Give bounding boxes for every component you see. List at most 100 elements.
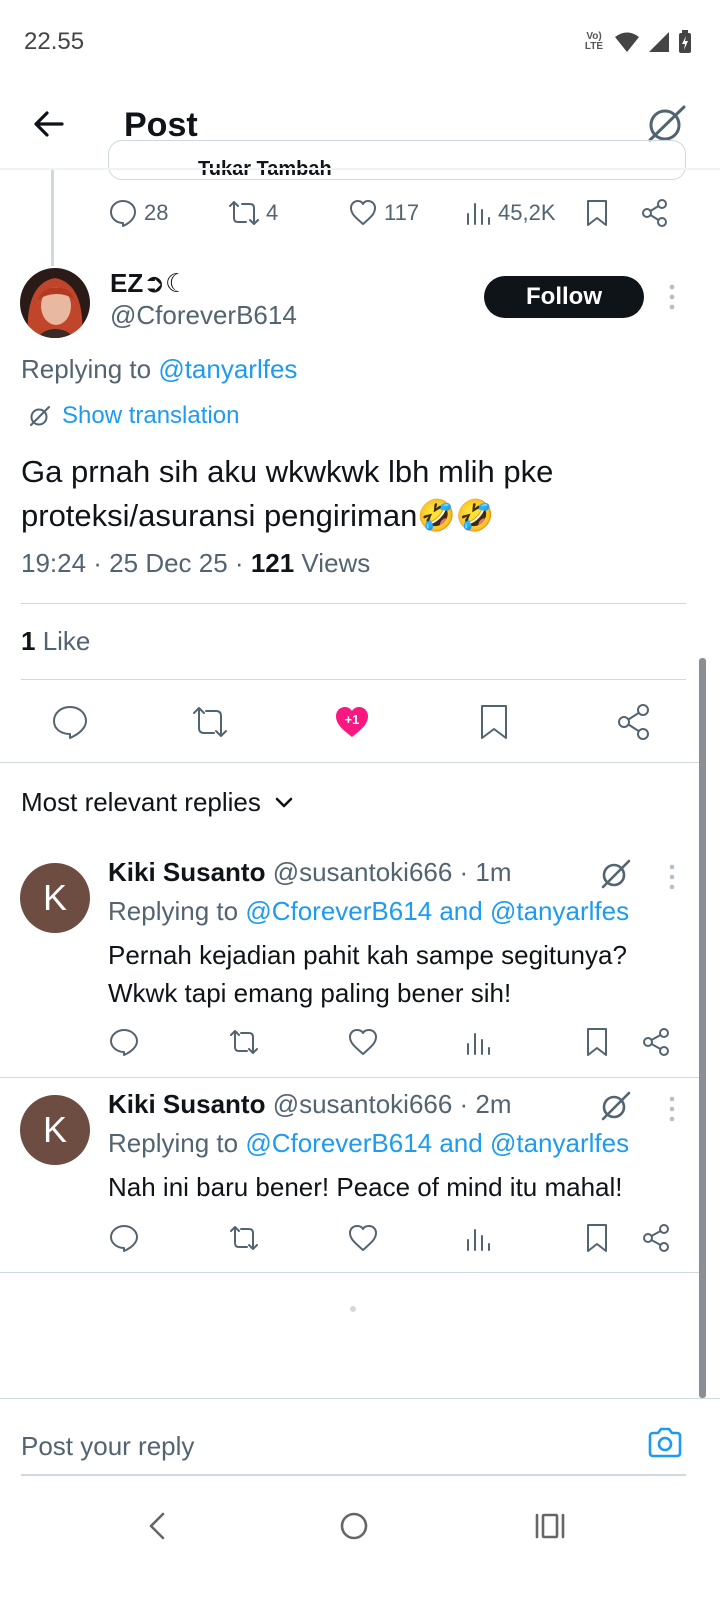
divider <box>21 603 686 604</box>
reply-action-bar <box>0 1026 720 1060</box>
replying-to-link[interactable]: @tanyarlfes <box>158 354 297 384</box>
loading-indicator <box>350 1306 356 1312</box>
quoted-post-card[interactable] <box>108 140 686 180</box>
parent-repost-count: 4 <box>266 200 279 225</box>
more-vertical-icon <box>669 284 675 310</box>
share-button[interactable] <box>640 1026 672 1058</box>
bookmark-button[interactable] <box>581 1222 613 1254</box>
avatar[interactable]: K <box>20 1095 90 1165</box>
replying-to-line: Replying to @CforeverB614 and @tanyarlfe… <box>108 1128 629 1159</box>
heart-icon <box>350 200 376 225</box>
bookmark-button[interactable] <box>474 702 514 742</box>
avatar[interactable]: K <box>20 863 90 933</box>
liked-button[interactable]: +1 <box>332 702 372 742</box>
grok-button[interactable] <box>598 1089 632 1123</box>
reply-icon <box>110 1225 138 1252</box>
replying-prefix: Replying to <box>108 1128 246 1158</box>
divider <box>0 1077 706 1078</box>
replying-to-link[interactable]: @CforeverB614 and @tanyarlfes <box>245 1128 629 1158</box>
share-button[interactable] <box>614 702 654 742</box>
parent-like-button[interactable]: 117 <box>348 198 419 228</box>
thread-line <box>51 170 54 266</box>
replying-to-line: Replying to @tanyarlfes <box>21 354 297 385</box>
bookmark-button[interactable] <box>581 1026 613 1058</box>
views-button[interactable] <box>462 1026 494 1058</box>
follow-button[interactable]: Follow <box>484 276 644 318</box>
reply-icon <box>110 200 136 227</box>
reply-handle-time: @susantoki666 · 1m <box>265 857 512 887</box>
chevron-down-icon <box>275 797 293 807</box>
repost-button[interactable] <box>228 1026 260 1058</box>
parent-views-button[interactable]: 45,2K <box>464 198 556 228</box>
post-meta: 19:24 · 25 Dec 25 · 121 Views <box>21 548 370 579</box>
recents-icon <box>535 1513 565 1539</box>
reply-text: Pernah kejadian pahit kah sampe segituny… <box>108 940 627 1008</box>
sort-label: Most relevant replies <box>21 787 261 817</box>
sort-replies-dropdown[interactable]: Most relevant replies <box>21 787 295 818</box>
more-vertical-icon <box>669 864 675 890</box>
repost-button[interactable] <box>228 1222 260 1254</box>
repost-icon <box>230 1226 258 1250</box>
reply-button[interactable] <box>50 702 90 742</box>
arrow-left-icon <box>34 111 64 137</box>
like-plus-badge: +1 <box>344 712 360 727</box>
repost-icon <box>230 1030 258 1054</box>
views-button[interactable] <box>462 1222 494 1254</box>
show-translation-button[interactable]: Show translation <box>28 402 239 430</box>
parent-repost-button[interactable]: 4 <box>228 198 278 228</box>
grok-icon <box>601 1091 631 1121</box>
share-button[interactable] <box>640 1222 672 1254</box>
parent-reply-count: 28 <box>144 200 169 225</box>
avatar[interactable] <box>20 268 90 338</box>
likes-count: 1 <box>21 626 36 656</box>
more-options-button[interactable] <box>664 862 680 892</box>
post-timestamp: 19:24 · 25 Dec 25 · <box>21 548 251 578</box>
nav-recents-button[interactable] <box>532 1508 568 1544</box>
like-button[interactable] <box>347 1026 379 1058</box>
parent-share-button[interactable] <box>640 198 670 228</box>
reply-button[interactable] <box>108 1026 140 1058</box>
nav-back-button[interactable] <box>140 1508 176 1544</box>
divider <box>0 1272 706 1273</box>
parent-reply-button[interactable]: 28 <box>108 198 168 228</box>
grok-icon <box>601 859 631 889</box>
share-icon <box>618 704 649 740</box>
like-button[interactable] <box>347 1222 379 1254</box>
reply-button[interactable] <box>108 1222 140 1254</box>
signal-icon <box>649 32 669 52</box>
reply-header: Kiki Susanto @susantoki666 · 1m <box>108 857 512 888</box>
scrollbar[interactable] <box>699 658 706 1398</box>
views-icon <box>467 1229 490 1251</box>
replying-to-link[interactable]: @CforeverB614 and @tanyarlfes <box>245 896 629 926</box>
reply-input[interactable] <box>21 1428 581 1464</box>
battery-icon <box>679 30 691 53</box>
nav-home-button[interactable] <box>336 1508 372 1544</box>
display-name[interactable]: EZ➲☾ <box>110 268 188 299</box>
replying-to-line: Replying to @CforeverB614 and @tanyarlfe… <box>108 896 629 927</box>
reply-text: Nah ini baru bener! Peace of mind itu ma… <box>108 1172 623 1202</box>
reply-author-name[interactable]: Kiki Susanto <box>108 857 265 887</box>
reply-author-name[interactable]: Kiki Susanto <box>108 1089 265 1119</box>
user-handle[interactable]: @CforeverB614 <box>110 300 297 331</box>
header-divider <box>0 168 720 170</box>
more-options-button[interactable] <box>664 1094 680 1124</box>
parent-bookmark-button[interactable] <box>582 198 612 228</box>
wifi-icon <box>615 32 639 52</box>
share-icon <box>642 199 667 227</box>
replying-prefix: Replying to <box>108 896 246 926</box>
status-icons: Vo) LTE <box>582 30 692 54</box>
replying-prefix: Replying to <box>21 354 152 384</box>
status-time: 22.55 <box>24 28 85 55</box>
camera-icon <box>648 1427 682 1458</box>
camera-button[interactable] <box>646 1424 684 1462</box>
bookmark-icon <box>587 1224 607 1252</box>
reply-icon <box>53 706 87 739</box>
back-button[interactable] <box>30 104 70 144</box>
likes-summary[interactable]: 1 Like <box>21 626 90 657</box>
more-options-button[interactable] <box>660 282 684 312</box>
grok-button[interactable] <box>598 857 632 891</box>
reply-icon <box>110 1029 138 1056</box>
repost-icon <box>193 707 227 737</box>
repost-button[interactable] <box>190 702 230 742</box>
grok-icon <box>30 406 50 426</box>
